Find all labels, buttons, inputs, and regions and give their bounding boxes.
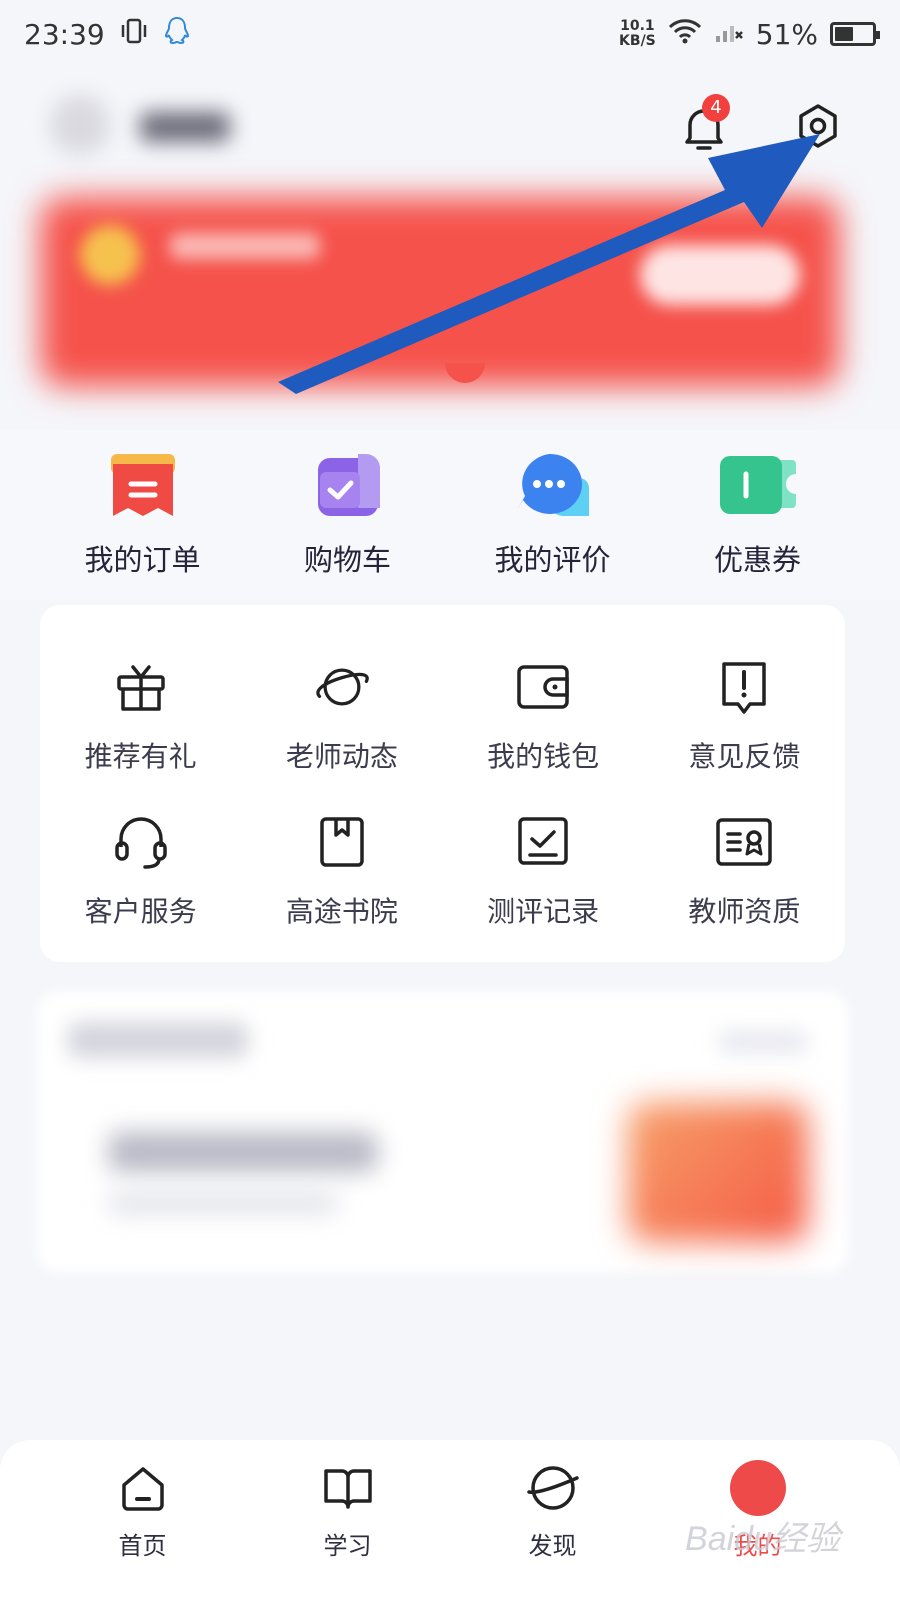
profile-icon bbox=[729, 1460, 786, 1516]
quick-item-orders[interactable]: 我的订单 bbox=[63, 430, 223, 600]
avatar bbox=[50, 95, 110, 155]
quick-item-label: 购物车 bbox=[303, 543, 391, 577]
banner-icon bbox=[80, 225, 140, 285]
order-icon bbox=[103, 445, 183, 525]
notification-button[interactable]: 4 bbox=[676, 94, 732, 158]
certificate-icon bbox=[714, 812, 774, 872]
service-wallet[interactable]: 我的钱包 bbox=[443, 635, 644, 790]
service-label: 老师动态 bbox=[285, 740, 398, 773]
service-customer-support[interactable]: 客户服务 bbox=[40, 790, 241, 945]
user-name-blurred bbox=[140, 112, 230, 142]
feedback-icon bbox=[714, 657, 774, 717]
battery-percent: 51% bbox=[755, 17, 818, 51]
qq-icon bbox=[163, 16, 191, 53]
nav-home[interactable]: 首页 bbox=[53, 1440, 233, 1600]
item-title-blurred bbox=[108, 1132, 378, 1172]
quick-item-label: 我的订单 bbox=[84, 543, 201, 577]
home-icon bbox=[115, 1460, 171, 1516]
book-icon bbox=[312, 812, 372, 872]
item-image-blurred bbox=[628, 1102, 808, 1242]
service-feedback[interactable]: 意见反馈 bbox=[644, 635, 845, 790]
gift-icon bbox=[111, 657, 171, 717]
discover-icon bbox=[525, 1460, 581, 1516]
nav-label: 发现 bbox=[528, 1532, 577, 1560]
planet-icon bbox=[312, 657, 372, 717]
section-title-blurred bbox=[68, 1022, 248, 1058]
status-time: 23:39 bbox=[24, 17, 105, 51]
quick-item-label: 优惠券 bbox=[713, 543, 801, 577]
review-icon bbox=[513, 445, 593, 525]
wallet-icon bbox=[513, 657, 573, 717]
service-label: 测评记录 bbox=[487, 894, 600, 928]
quick-item-coupons[interactable]: 优惠券 bbox=[678, 430, 838, 600]
service-label: 我的钱包 bbox=[487, 740, 600, 773]
service-teacher-updates[interactable]: 老师动态 bbox=[241, 635, 442, 790]
net-speed-unit: KB/S bbox=[619, 33, 656, 49]
status-bar: 23:39 10.1 KB/S 51% bbox=[0, 0, 900, 68]
item-subtitle-blurred bbox=[108, 1192, 338, 1214]
service-label: 客户服务 bbox=[84, 894, 197, 928]
service-referral[interactable]: 推荐有礼 bbox=[40, 635, 241, 790]
quick-actions: 我的订单 购物车 我的评价 优惠券 bbox=[0, 430, 900, 600]
headset-icon bbox=[111, 812, 171, 872]
service-label: 推荐有礼 bbox=[84, 740, 197, 773]
nav-label: 学习 bbox=[323, 1532, 372, 1560]
notification-badge: 4 bbox=[702, 94, 730, 122]
quick-item-reviews[interactable]: 我的评价 bbox=[473, 430, 633, 600]
service-label: 高途书院 bbox=[285, 894, 398, 928]
service-academy[interactable]: 高途书院 bbox=[241, 790, 442, 945]
profile-blurred[interactable] bbox=[40, 90, 240, 160]
service-label: 教师资质 bbox=[688, 894, 801, 928]
nav-discover[interactable]: 发现 bbox=[463, 1440, 643, 1600]
gear-icon bbox=[795, 103, 841, 153]
quick-item-label: 我的评价 bbox=[494, 543, 611, 577]
services-grid: 推荐有礼 老师动态 我的钱包 意见反馈 客户服务 高途书院 测评记录 教师资质 bbox=[40, 605, 845, 962]
assessment-icon bbox=[513, 812, 573, 872]
profile-header: 4 bbox=[0, 80, 900, 180]
net-speed-value: 10.1 bbox=[620, 18, 655, 34]
cart-icon bbox=[308, 445, 388, 525]
recommendation-card-blurred[interactable] bbox=[38, 992, 848, 1272]
net-speed: 10.1 KB/S bbox=[619, 19, 656, 49]
banner-button-blurred[interactable] bbox=[640, 245, 800, 305]
settings-button[interactable] bbox=[790, 100, 846, 156]
banner-text-blurred bbox=[170, 233, 320, 259]
section-more-blurred[interactable] bbox=[718, 1032, 808, 1052]
quick-item-cart[interactable]: 购物车 bbox=[268, 430, 428, 600]
watermark: Baidu经验 bbox=[685, 1520, 840, 1558]
service-assessment-records[interactable]: 测评记录 bbox=[443, 790, 644, 945]
signal-icon bbox=[714, 18, 744, 51]
nav-study[interactable]: 学习 bbox=[258, 1440, 438, 1600]
battery-icon bbox=[830, 22, 880, 46]
service-label: 意见反馈 bbox=[688, 740, 801, 773]
vibrate-icon bbox=[119, 16, 149, 53]
nav-label: 首页 bbox=[118, 1532, 167, 1560]
study-book-icon bbox=[320, 1460, 376, 1516]
promo-banner[interactable] bbox=[30, 185, 860, 410]
coupon-icon bbox=[718, 445, 798, 525]
wifi-icon bbox=[668, 18, 702, 51]
service-teacher-credentials[interactable]: 教师资质 bbox=[644, 790, 845, 945]
